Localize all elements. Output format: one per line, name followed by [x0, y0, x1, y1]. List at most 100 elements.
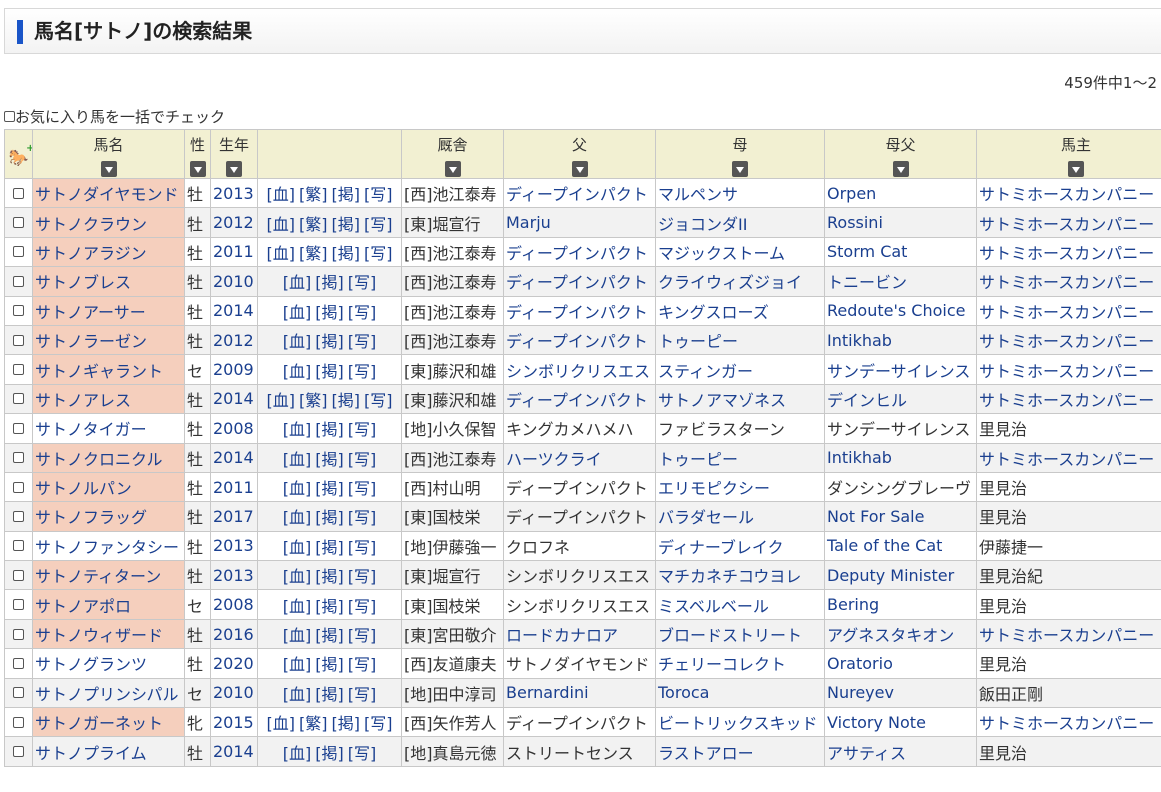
board-link[interactable]: [掲] [315, 508, 344, 527]
board-link[interactable]: [掲] [315, 420, 344, 439]
birth-year-link[interactable]: 2015 [213, 713, 254, 732]
sort-dropdown-icon[interactable] [892, 161, 909, 177]
blood-link[interactable]: [血] [283, 303, 312, 322]
blood-link[interactable]: [血] [283, 626, 312, 645]
photo-link[interactable]: [写] [348, 744, 377, 763]
damsire-link[interactable]: アグネスタキオン [827, 626, 954, 645]
dam-link[interactable]: ブロードストリート [658, 626, 802, 645]
dam-link[interactable]: チェリーコレクト [658, 655, 786, 674]
favorite-checkbox[interactable] [13, 305, 24, 317]
owner-link[interactable]: サトミホースカンパニー [979, 362, 1154, 381]
horse-name-link[interactable]: サトノブレス [35, 273, 131, 292]
photo-link[interactable]: [写] [348, 538, 377, 557]
photo-link[interactable]: [写] [364, 244, 393, 263]
sort-dropdown-icon[interactable] [226, 161, 242, 177]
damsire-link[interactable]: Victory Note [827, 713, 926, 732]
breeding-link[interactable]: [繁] [299, 215, 328, 234]
damsire-link[interactable]: Intikhab [827, 448, 892, 467]
birth-year-link[interactable]: 2013 [213, 566, 254, 585]
dam-link[interactable]: クライウィズジョイ [658, 273, 802, 292]
dam-link[interactable]: バラダセール [658, 508, 754, 527]
dam-link[interactable]: エリモピクシー [658, 479, 770, 498]
photo-link[interactable]: [写] [348, 362, 377, 381]
blood-link[interactable]: [血] [283, 508, 312, 527]
dam-link[interactable]: Toroca [658, 683, 709, 702]
blood-link[interactable]: [血] [283, 362, 312, 381]
damsire-link[interactable]: Nureyev [827, 683, 894, 702]
dam-link[interactable]: マジックストーム [658, 244, 785, 263]
breeding-link[interactable]: [繁] [299, 185, 328, 204]
birth-year-link[interactable]: 2014 [213, 448, 254, 467]
birth-year-link[interactable]: 2008 [213, 419, 254, 438]
owner-link[interactable]: サトミホースカンパニー [979, 215, 1154, 234]
sire-link[interactable]: ロードカナロア [506, 626, 618, 645]
owner-link[interactable]: サトミホースカンパニー [979, 244, 1154, 263]
sort-dropdown-icon[interactable] [571, 161, 588, 177]
damsire-link[interactable]: デインヒル [827, 391, 907, 410]
birth-year-link[interactable]: 2014 [213, 301, 254, 320]
sire-link[interactable]: ディープインパクト [506, 332, 648, 351]
blood-link[interactable]: [血] [283, 744, 312, 763]
board-link[interactable]: [掲] [315, 538, 344, 557]
favorite-checkbox[interactable] [13, 275, 24, 287]
sire-link[interactable]: ハーツクライ [506, 450, 602, 469]
horse-name-link[interactable]: サトノルパン [35, 479, 132, 498]
photo-link[interactable]: [写] [348, 655, 377, 674]
horse-name-link[interactable]: サトノグランツ [35, 655, 147, 674]
board-link[interactable]: [掲] [332, 714, 361, 733]
sire-link[interactable]: ディープインパクト [506, 273, 648, 292]
blood-link[interactable]: [血] [283, 655, 312, 674]
favorite-checkbox[interactable] [13, 393, 24, 405]
horse-name-link[interactable]: サトノアレス [35, 391, 131, 410]
blood-link[interactable]: [血] [283, 567, 312, 586]
damsire-link[interactable]: Not For Sale [827, 507, 924, 526]
damsire-link[interactable]: Redoute's Choice [827, 301, 965, 320]
blood-link[interactable]: [血] [283, 597, 312, 616]
photo-link[interactable]: [写] [348, 597, 377, 616]
blood-link[interactable]: [血] [267, 185, 296, 204]
dam-link[interactable]: トゥーピー [658, 450, 738, 469]
photo-link[interactable]: [写] [348, 508, 377, 527]
favorite-checkbox[interactable] [13, 364, 24, 376]
birth-year-link[interactable]: 2011 [213, 242, 254, 261]
photo-link[interactable]: [写] [348, 479, 377, 498]
favorite-checkbox[interactable] [13, 246, 24, 258]
birth-year-link[interactable]: 2011 [213, 478, 254, 497]
dam-link[interactable]: ディナーブレイク [658, 538, 784, 557]
damsire-link[interactable]: Intikhab [827, 331, 892, 350]
favorite-checkbox[interactable] [13, 540, 24, 552]
owner-link[interactable]: サトミホースカンパニー [979, 450, 1154, 469]
blood-link[interactable]: [血] [283, 685, 312, 704]
board-link[interactable]: [掲] [315, 303, 344, 322]
photo-link[interactable]: [写] [348, 626, 377, 645]
favorite-checkbox[interactable] [13, 599, 24, 611]
photo-link[interactable]: [写] [348, 303, 377, 322]
sort-dropdown-icon[interactable] [444, 161, 461, 177]
dam-link[interactable]: キングスローズ [658, 303, 769, 322]
favorite-checkbox[interactable] [13, 334, 24, 346]
birth-year-link[interactable]: 2013 [213, 184, 254, 203]
blood-link[interactable]: [血] [283, 479, 312, 498]
damsire-link[interactable]: アサティス [827, 744, 906, 763]
horse-name-link[interactable]: サトノタイガー [35, 420, 147, 439]
dam-link[interactable]: マルペンサ [658, 185, 738, 204]
dam-link[interactable]: ビートリックスキッド [658, 714, 818, 733]
horse-name-link[interactable]: サトノプライム [35, 744, 147, 763]
photo-link[interactable]: [写] [348, 332, 377, 351]
birth-year-link[interactable]: 2013 [213, 536, 254, 555]
horse-name-link[interactable]: サトノラーゼン [35, 332, 147, 351]
board-link[interactable]: [掲] [315, 567, 344, 586]
breeding-link[interactable]: [繁] [299, 714, 328, 733]
blood-link[interactable]: [血] [267, 714, 296, 733]
board-link[interactable]: [掲] [332, 244, 361, 263]
sort-dropdown-icon[interactable] [1068, 161, 1084, 177]
dam-link[interactable]: ミスベルベール [658, 597, 769, 616]
birth-year-link[interactable]: 2009 [213, 360, 254, 379]
birth-year-link[interactable]: 2012 [213, 331, 254, 350]
birth-year-link[interactable]: 2008 [213, 595, 254, 614]
damsire-link[interactable]: Orpen [827, 184, 876, 203]
birth-year-link[interactable]: 2012 [213, 213, 254, 232]
board-link[interactable]: [掲] [315, 450, 344, 469]
horse-name-link[interactable]: サトノクロニクル [35, 450, 163, 469]
photo-link[interactable]: [写] [364, 185, 393, 204]
